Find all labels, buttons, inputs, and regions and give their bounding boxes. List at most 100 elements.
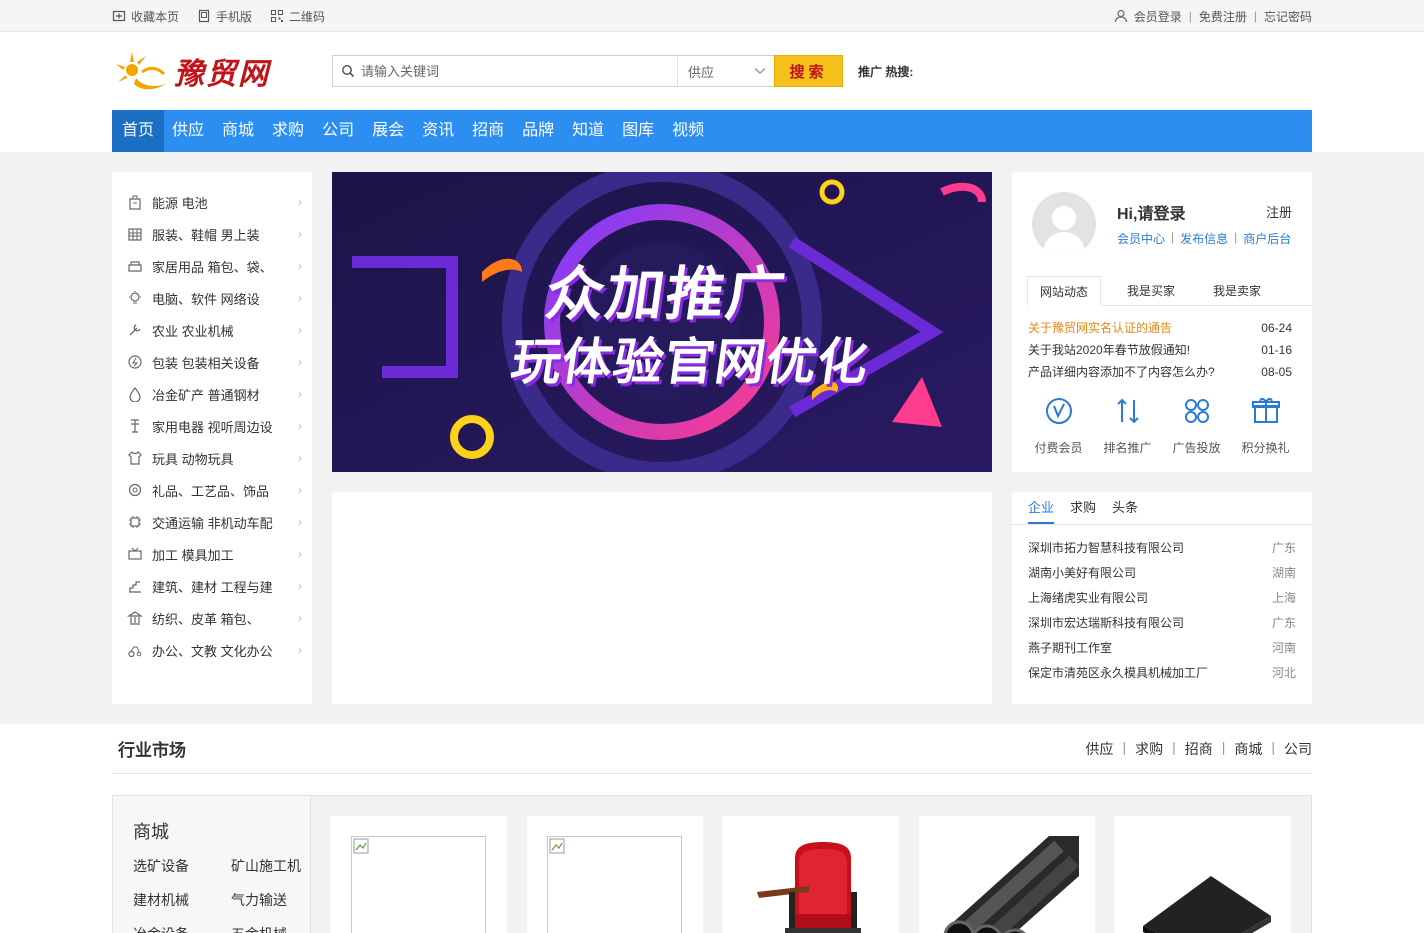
- top-bar-left: 收藏本页 手机版 二维码: [112, 8, 343, 25]
- news-item[interactable]: 关于我站2020年春节放假通知! 01-16: [1028, 339, 1292, 361]
- market-link[interactable]: 供应: [1085, 739, 1113, 759]
- product-card[interactable]: [331, 816, 507, 933]
- chip-icon: [126, 514, 144, 530]
- nav-item[interactable]: 知道: [562, 110, 614, 152]
- category-item[interactable]: 能源 电池 ›: [112, 186, 312, 218]
- quick-action[interactable]: 付费会员: [1024, 396, 1093, 456]
- carbon-plate-image: [1143, 876, 1271, 933]
- promo-banner[interactable]: 众加推广 玩体验官网优化: [332, 172, 992, 472]
- company-tab[interactable]: 企业: [1028, 500, 1055, 524]
- register-link-panel[interactable]: 注册: [1266, 202, 1292, 221]
- quick-action[interactable]: 排名推广: [1093, 396, 1162, 456]
- category-item[interactable]: 建筑、建材 工程与建 ›: [112, 570, 312, 602]
- nav-item[interactable]: 首页: [112, 110, 165, 152]
- user-link[interactable]: 商户后台: [1243, 230, 1291, 247]
- nav-item[interactable]: 招商: [462, 110, 514, 152]
- market-header: 行业市场 供应 | 求购 | 招商 | 商城 | 公司: [112, 724, 1312, 774]
- company-tab[interactable]: 求购: [1070, 500, 1096, 524]
- forgot-password-link[interactable]: 忘记密码: [1264, 8, 1312, 25]
- category-item[interactable]: 礼品、工艺品、饰品 ›: [112, 474, 312, 506]
- market-sub-category[interactable]: 五金机械: [231, 924, 311, 933]
- nav-item[interactable]: 资讯: [412, 110, 464, 152]
- market-sub-category[interactable]: 选矿设备: [133, 856, 231, 876]
- company-panel-tabs: 企业 求购 头条: [1028, 500, 1312, 524]
- category-item[interactable]: 包装 包装相关设备 ›: [112, 346, 312, 378]
- chevron-right-icon: ›: [298, 547, 302, 561]
- product-card[interactable]: [527, 816, 703, 933]
- market-sub-category[interactable]: 矿山施工机: [231, 856, 311, 876]
- product-card[interactable]: [1115, 816, 1291, 933]
- qrcode-link[interactable]: 二维码: [270, 8, 325, 25]
- nav-item[interactable]: 供应: [162, 110, 214, 152]
- user-link[interactable]: 发布信息: [1180, 230, 1228, 247]
- search-type-select[interactable]: 供应: [677, 55, 774, 87]
- chevron-right-icon: ›: [298, 387, 302, 401]
- category-label: 能源 电池: [152, 195, 208, 211]
- company-tab[interactable]: 头条: [1112, 500, 1138, 524]
- category-label: 电脑、软件 网络设: [152, 291, 260, 307]
- chevron-right-icon: ›: [298, 259, 302, 273]
- separator: |: [1221, 738, 1226, 755]
- product-card[interactable]: [723, 816, 899, 933]
- user-links: 会员中心 | 发布信息 | 商户后台: [1117, 230, 1291, 247]
- product-card[interactable]: [919, 816, 1095, 933]
- login-link[interactable]: 会员登录: [1134, 8, 1182, 25]
- company-row[interactable]: 深圳市宏达瑞斯科技有限公司 广东: [1028, 611, 1296, 636]
- quick-action[interactable]: 积分换礼: [1231, 396, 1300, 456]
- quick-action[interactable]: 广告投放: [1162, 396, 1231, 456]
- category-label: 冶金矿产 普通钢材: [152, 387, 260, 403]
- category-item[interactable]: 纺织、皮革 箱包、 ›: [112, 602, 312, 634]
- register-link[interactable]: 免费注册: [1199, 8, 1247, 25]
- nav-item[interactable]: 品牌: [512, 110, 564, 152]
- category-item[interactable]: 办公、文教 文化办公 ›: [112, 634, 312, 666]
- company-row[interactable]: 保定市清苑区永久模具机械加工厂 河北: [1028, 661, 1296, 686]
- category-item[interactable]: 农业 农业机械 ›: [112, 314, 312, 346]
- nav-item[interactable]: 求购: [262, 110, 314, 152]
- category-item[interactable]: 冶金矿产 普通钢材 ›: [112, 378, 312, 410]
- nav-item[interactable]: 商城: [212, 110, 264, 152]
- top-bar-right: 会员登录 | 免费注册 | 忘记密码: [1114, 8, 1312, 25]
- search-input[interactable]: [361, 63, 661, 79]
- company-row[interactable]: 湖南小美好有限公司 湖南: [1028, 561, 1296, 586]
- bookmark-link[interactable]: 收藏本页: [112, 8, 179, 25]
- mobile-link[interactable]: 手机版: [197, 8, 252, 25]
- nav-list: 首页 供应 商城 求购 公司 展会 资讯 招商 品牌 知道 图库 视频: [112, 110, 1312, 152]
- category-item[interactable]: 加工 模具加工 ›: [112, 538, 312, 570]
- category-item[interactable]: 家用电器 视听周边设 ›: [112, 410, 312, 442]
- site-logo[interactable]: 豫贸网: [112, 46, 282, 96]
- company-row[interactable]: 深圳市拓力智慧科技有限公司 广东: [1028, 536, 1296, 561]
- company-row[interactable]: 燕子期刊工作室 河南: [1028, 636, 1296, 661]
- chevron-right-icon: ›: [298, 451, 302, 465]
- nav-item[interactable]: 展会: [362, 110, 414, 152]
- quick-action-label: 积分换礼: [1241, 441, 1290, 455]
- quick-action-label: 付费会员: [1034, 441, 1083, 455]
- category-item[interactable]: 交通运输 非机动车配 ›: [112, 506, 312, 538]
- market-sub-category[interactable]: 冶金设备: [133, 924, 231, 933]
- user-panel-tab[interactable]: 网站动态: [1027, 276, 1102, 306]
- market-link[interactable]: 公司: [1284, 739, 1312, 759]
- user-panel-tab[interactable]: 我是卖家: [1201, 276, 1273, 306]
- category-item[interactable]: 家居用品 箱包、袋、 ›: [112, 250, 312, 282]
- news-item[interactable]: 产品详细内容添加不了内容怎么办? 08-05: [1028, 361, 1292, 383]
- news-date: 08-05: [1261, 365, 1292, 379]
- company-row[interactable]: 上海绪虎实业有限公司 上海: [1028, 586, 1296, 611]
- market-sub-category[interactable]: 建材机械: [133, 890, 231, 910]
- category-item[interactable]: 服装、鞋帽 男上装 ›: [112, 218, 312, 250]
- nav-item[interactable]: 视频: [662, 110, 714, 152]
- market-link[interactable]: 商城: [1234, 739, 1262, 759]
- user-panel-tab[interactable]: 我是买家: [1115, 276, 1187, 306]
- company-name: 燕子期刊工作室: [1028, 641, 1113, 655]
- market-link[interactable]: 招商: [1185, 739, 1213, 759]
- category-item[interactable]: 玩具 动物玩具 ›: [112, 442, 312, 474]
- chevron-right-icon: ›: [298, 579, 302, 593]
- nav-item[interactable]: 公司: [312, 110, 364, 152]
- nav-item[interactable]: 图库: [612, 110, 664, 152]
- company-panel: 企业 求购 头条 深圳市拓力智慧科技有限公司 广东 湖南小美好有限公司 湖南 上海绪虎实业有…: [1012, 492, 1312, 704]
- category-item[interactable]: 电脑、软件 网络设 ›: [112, 282, 312, 314]
- market-link[interactable]: 求购: [1135, 739, 1163, 759]
- news-item[interactable]: 关于豫贸网实名认证的通告 06-24: [1028, 317, 1292, 339]
- market-sub-category[interactable]: 气力输送: [231, 890, 311, 910]
- user-link[interactable]: 会员中心: [1117, 230, 1165, 247]
- search-button[interactable]: 搜索: [774, 55, 843, 87]
- greeting[interactable]: Hi,请登录: [1117, 200, 1185, 224]
